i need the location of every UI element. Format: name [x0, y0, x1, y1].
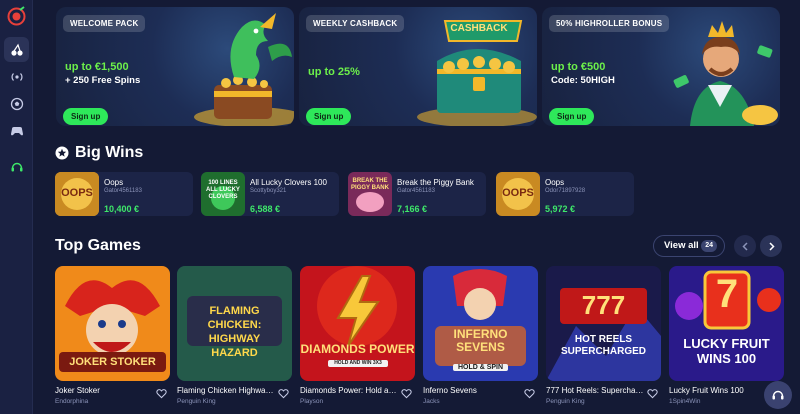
big-win-card[interactable]: 100 LINES ALL LUCKY CLOVERS All Lucky Cl…	[201, 172, 339, 216]
win-amount: 7,166 €	[397, 204, 428, 214]
game-cover[interactable]: INFERNO SEVENS HOLD & SPIN	[423, 266, 538, 381]
headset-icon	[11, 162, 22, 171]
cherries-icon	[10, 43, 23, 56]
view-all-button[interactable]: View all 24	[653, 235, 725, 257]
game-name: Inferno Sevens	[423, 386, 477, 395]
game-thumbnail: OOPS	[496, 172, 540, 216]
gamepad-icon	[10, 126, 23, 135]
game-tile[interactable]: 7 LUCKY FRUIT WINS 100 Lucky Fruit Wins …	[669, 266, 784, 405]
carousel-next-button[interactable]	[760, 235, 782, 257]
sign-up-button[interactable]: Sign up	[306, 108, 352, 125]
win-amount: 6,588 €	[250, 204, 281, 214]
promo-tag: WELCOME PACK	[63, 15, 146, 32]
game-name: Joker Stoker	[55, 386, 100, 395]
big-win-card[interactable]: OOPS Oops Odor71897928 5,972 €	[496, 172, 634, 216]
sidebar-item-casino[interactable]	[4, 37, 29, 62]
game-name: Diamonds Power: Hold and Win	[300, 386, 398, 395]
game-name: 777 Hot Reels: Supercharged	[546, 386, 644, 395]
king-character-illustration	[673, 21, 778, 126]
logo-icon[interactable]	[6, 6, 27, 27]
win-amount: 5,972 €	[545, 204, 576, 214]
game-name: Lucky Fruit Wins 100	[669, 386, 744, 395]
headset-icon	[772, 390, 784, 400]
favorite-heart-icon[interactable]	[524, 388, 535, 399]
dragon-treasure-illustration	[194, 13, 294, 126]
big-wins-title: Big Wins	[75, 144, 144, 161]
top-games-title: Top Games	[55, 237, 141, 254]
win-username: Gator4561183	[104, 188, 142, 194]
games-count-badge: 24	[701, 240, 717, 252]
promo-amount: up to 25%	[308, 66, 360, 78]
favorite-heart-icon[interactable]	[401, 388, 412, 399]
game-provider: Penguin King	[177, 398, 216, 405]
live-broadcast-icon	[11, 72, 22, 81]
promo-weekly-cashback[interactable]: CASHBACK WEEKLY CASHBACK up to 25% Sign …	[299, 7, 537, 126]
game-thumbnail: 100 LINES ALL LUCKY CLOVERS	[201, 172, 245, 216]
big-win-card[interactable]: OOPS Oops Gator4561183 10,400 €	[55, 172, 193, 216]
sign-up-button[interactable]: Sign up	[549, 108, 595, 125]
win-game-name: All Lucky Clovers 100	[250, 178, 327, 187]
chevron-right-icon	[768, 241, 775, 251]
game-cover[interactable]: 7 LUCKY FRUIT WINS 100	[669, 266, 784, 381]
game-provider: Jacks	[423, 398, 440, 405]
game-tile[interactable]: JOKER STOKER Joker Stoker Endorphina	[55, 266, 170, 405]
sidebar-item-sports[interactable]	[4, 91, 29, 116]
support-chat-button[interactable]	[764, 381, 792, 409]
win-game-name: Oops	[104, 178, 124, 187]
football-icon	[10, 97, 23, 110]
game-provider: Playson	[300, 398, 324, 405]
sidebar-item-games[interactable]	[4, 118, 29, 143]
win-username: Gator4561183	[397, 188, 435, 194]
promo-tag: 50% HIGHROLLER BONUS	[549, 15, 670, 32]
game-tile[interactable]: FLAMING CHICKEN: HIGHWAY HAZARD Flaming …	[177, 266, 292, 405]
promo-highroller-bonus[interactable]: 50% HIGHROLLER BONUS up to €500 Code: 50…	[542, 7, 780, 126]
game-thumbnail: OOPS	[55, 172, 99, 216]
chevron-left-icon	[741, 241, 748, 251]
game-cover[interactable]: FLAMING CHICKEN: HIGHWAY HAZARD	[177, 266, 292, 381]
win-game-name: Oops	[545, 178, 565, 187]
game-provider: Endorphina	[55, 398, 89, 405]
sign-up-button[interactable]: Sign up	[63, 108, 109, 125]
game-provider: 1Spin4Win	[669, 398, 701, 405]
promo-code: Code: 50HIGH	[551, 75, 615, 86]
game-tile[interactable]: DIAMONDS POWER HOLD AND WIN 3X3 Diamonds…	[300, 266, 415, 405]
game-cover[interactable]: JOKER STOKER	[55, 266, 170, 381]
promo-welcome-pack[interactable]: WELCOME PACK up to €1,500 + 250 Free Spi…	[56, 7, 294, 126]
sidebar-item-live[interactable]	[4, 64, 29, 89]
game-tile[interactable]: 777 HOT REELS SUPERCHARGED 777 Hot Reels…	[546, 266, 661, 405]
sidebar-item-support[interactable]	[4, 154, 29, 179]
favorite-heart-icon[interactable]	[156, 388, 167, 399]
game-provider: Penguin King	[546, 398, 585, 405]
favorite-heart-icon[interactable]	[278, 388, 289, 399]
promo-amount: up to €500	[551, 61, 606, 73]
big-win-card[interactable]: BREAK THE PIGGY BANK Break the Piggy Ban…	[348, 172, 486, 216]
view-all-label: View all	[664, 240, 699, 251]
game-thumbnail: BREAK THE PIGGY BANK	[348, 172, 392, 216]
win-username: Scottyboy321	[250, 188, 287, 194]
star-badge-icon	[55, 146, 69, 160]
game-cover[interactable]: 777 HOT REELS SUPERCHARGED	[546, 266, 661, 381]
game-cover[interactable]: DIAMONDS POWER HOLD AND WIN 3X3	[300, 266, 415, 381]
promo-extra: + 250 Free Spins	[65, 75, 141, 86]
cashback-art-text: CASHBACK	[450, 23, 508, 34]
favorite-heart-icon[interactable]	[647, 388, 658, 399]
win-amount: 10,400 €	[104, 204, 140, 214]
game-name: Flaming Chicken Highway Hazard	[177, 386, 275, 395]
win-game-name: Break the Piggy Bank	[397, 178, 474, 187]
game-tile[interactable]: INFERNO SEVENS HOLD & SPIN Inferno Seven…	[423, 266, 538, 405]
win-username: Odor71897928	[545, 188, 586, 194]
carousel-prev-button[interactable]	[734, 235, 756, 257]
sidebar	[0, 0, 33, 414]
promo-tag: WEEKLY CASHBACK	[306, 15, 405, 32]
promo-amount: up to €1,500	[65, 61, 129, 73]
